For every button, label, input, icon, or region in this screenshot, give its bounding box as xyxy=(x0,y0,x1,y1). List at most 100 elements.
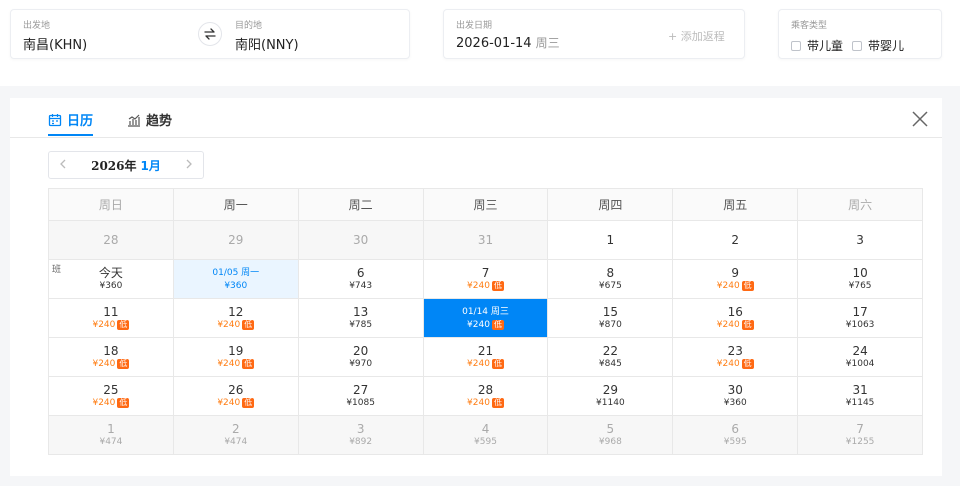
calendar-day-cell[interactable]: 10 ¥765 xyxy=(798,260,924,299)
day-price: ¥1004 xyxy=(846,358,875,370)
tab-trend[interactable]: 趋势 xyxy=(127,110,172,129)
calendar-day-cell[interactable]: 1 ¥474 xyxy=(49,416,174,455)
calendar-day-cell[interactable]: 24 ¥1004 xyxy=(798,338,924,377)
calendar-day-cell[interactable]: 01/05 周一 ¥360 xyxy=(173,260,299,299)
route-card: 出发地 南昌(KHN) 目的地 南阳(NNY) xyxy=(10,9,410,59)
calendar-day-cell[interactable]: 4 ¥595 xyxy=(423,416,549,455)
calendar-day-cell[interactable]: 20 ¥970 xyxy=(298,338,424,377)
price-text: ¥240 xyxy=(467,320,490,330)
calendar-day-cell[interactable]: 25 ¥240 低 xyxy=(49,377,174,416)
low-price-badge: 低 xyxy=(491,281,504,291)
child-label: 带儿童 xyxy=(807,39,844,53)
date-card[interactable]: 出发日期 2026-01-14 周三 + 添加返程 xyxy=(443,9,745,59)
calendar-day-cell[interactable]: 30 ¥360 xyxy=(673,377,799,416)
calendar-day-cell[interactable]: 2 xyxy=(673,221,799,260)
calendar-week-row: 班今天 ¥360 01/05 周一 ¥360 6 ¥743 7 ¥240 低 8 ¥675 9 ¥240… xyxy=(49,260,924,299)
calendar-day-cell[interactable]: 30 xyxy=(298,221,424,260)
day-number: 18 xyxy=(103,344,119,358)
calendar-day-cell[interactable]: 11 ¥240 低 xyxy=(49,299,174,338)
calendar-day-cell[interactable]: 29 ¥1140 xyxy=(548,377,674,416)
day-price: ¥743 xyxy=(349,280,372,292)
weekday-header-cell: 周三 xyxy=(423,189,549,221)
calendar-day-cell[interactable]: 28 xyxy=(49,221,174,260)
calendar-day-cell[interactable]: 8 ¥675 xyxy=(548,260,674,299)
calendar-day-cell[interactable]: 7 ¥1255 xyxy=(798,416,924,455)
price-text: ¥240 xyxy=(467,398,490,408)
calendar-day-cell[interactable]: 1 xyxy=(548,221,674,260)
child-checkbox[interactable]: 带儿童 xyxy=(791,37,843,54)
weekday-header-cell: 周日 xyxy=(49,189,174,221)
day-number: 31 xyxy=(852,383,868,397)
price-text: ¥240 xyxy=(217,320,241,330)
day-price: ¥240 低 xyxy=(92,319,130,331)
origin-field[interactable]: 南昌(KHN) xyxy=(23,34,87,53)
weekday-header-cell: 周二 xyxy=(298,189,424,221)
day-price: ¥785 xyxy=(349,319,372,331)
day-price: ¥1145 xyxy=(846,397,875,409)
calendar-day-cell[interactable]: 31 xyxy=(423,221,549,260)
calendar-day-cell[interactable]: 26 ¥240 低 xyxy=(173,377,299,416)
calendar-day-cell[interactable]: 6 ¥595 xyxy=(673,416,799,455)
price-text: ¥675 xyxy=(598,281,622,291)
calendar-day-cell[interactable]: 9 ¥240 低 xyxy=(673,260,799,299)
calendar-day-cell[interactable]: 31 ¥1145 xyxy=(798,377,924,416)
day-number: 8 xyxy=(606,266,615,280)
day-number: 11 xyxy=(103,305,119,319)
weekday-header-cell: 周六 xyxy=(798,189,924,221)
price-text: ¥240 xyxy=(217,359,241,369)
swap-cities-button[interactable] xyxy=(198,22,222,46)
close-icon[interactable] xyxy=(911,110,929,128)
day-price: ¥240 低 xyxy=(217,319,255,331)
day-price: ¥240 低 xyxy=(467,280,504,292)
calendar-day-cell[interactable]: 27 ¥1085 xyxy=(298,377,424,416)
price-text: ¥1255 xyxy=(845,437,875,447)
tab-calendar[interactable]: 日历 xyxy=(48,110,94,136)
calendar-day-cell[interactable]: 01/14 周三 ¥240 低 xyxy=(423,299,549,338)
day-number: 9 xyxy=(731,266,740,280)
day-price: ¥474 xyxy=(224,436,247,448)
calendar-day-cell[interactable]: 18 ¥240 低 xyxy=(49,338,174,377)
calendar-day-cell[interactable]: 21 ¥240 低 xyxy=(423,338,549,377)
price-text: ¥1145 xyxy=(845,398,875,408)
calendar-day-cell[interactable]: 7 ¥240 低 xyxy=(423,260,549,299)
calendar-day-cell[interactable]: 13 ¥785 xyxy=(298,299,424,338)
calendar-week-row: 25 ¥240 低 26 ¥240 低 27 ¥1085 28 ¥240 低 29 ¥1140 30 ¥36… xyxy=(49,377,924,416)
calendar-day-cell[interactable]: 19 ¥240 低 xyxy=(173,338,299,377)
calendar-day-cell[interactable]: 22 ¥845 xyxy=(548,338,674,377)
calendar-day-cell[interactable]: 6 ¥743 xyxy=(298,260,424,299)
day-price: ¥1255 xyxy=(846,436,875,448)
price-text: ¥360 xyxy=(224,281,248,291)
low-price-badge: 低 xyxy=(741,281,754,291)
calendar-day-cell[interactable]: 12 ¥240 低 xyxy=(173,299,299,338)
calendar-week-row: 28 29 30 31 1 2 3 xyxy=(49,221,924,260)
day-price: ¥240 低 xyxy=(467,358,504,370)
calendar-day-cell[interactable]: 2 ¥474 xyxy=(173,416,299,455)
calendar-day-cell[interactable]: 16 ¥240 低 xyxy=(673,299,799,338)
calendar-day-cell[interactable]: 3 xyxy=(798,221,924,260)
calendar-day-cell[interactable]: 23 ¥240 低 xyxy=(673,338,799,377)
calendar-day-cell[interactable]: 班 今天 ¥360 xyxy=(49,260,174,299)
next-month-button[interactable] xyxy=(175,157,203,173)
day-number: 25 xyxy=(103,383,119,397)
day-price: ¥1085 xyxy=(346,397,375,409)
day-number: 13 xyxy=(353,305,369,319)
price-text: ¥474 xyxy=(99,437,123,447)
weekday-header: 周日 周一 周二 周三 周四 周五 周六 xyxy=(49,189,924,221)
prev-month-button[interactable] xyxy=(49,157,77,173)
dest-field[interactable]: 南阳(NNY) xyxy=(235,34,299,53)
calendar-day-cell[interactable]: 15 ¥870 xyxy=(548,299,674,338)
calendar-day-cell[interactable]: 3 ¥892 xyxy=(298,416,424,455)
calendar-icon xyxy=(48,113,62,126)
calendar-day-cell[interactable]: 28 ¥240 低 xyxy=(423,377,549,416)
weekday-header-cell: 周五 xyxy=(673,189,799,221)
day-number: 29 xyxy=(602,383,618,397)
calendar-day-cell[interactable]: 5 ¥968 xyxy=(548,416,674,455)
date-field[interactable]: 2026-01-14 周三 xyxy=(456,34,560,51)
low-price-badge: 低 xyxy=(242,398,255,408)
calendar-day-cell[interactable]: 29 xyxy=(173,221,299,260)
infant-checkbox[interactable]: 带婴儿 xyxy=(852,37,904,54)
month-navigator: 2026年 1月 xyxy=(48,151,204,179)
calendar-day-cell[interactable]: 17 ¥1063 xyxy=(798,299,924,338)
calendar-week-row: 1 ¥474 2 ¥474 3 ¥892 4 ¥595 5 ¥968 6 ¥595 7 ¥1255 xyxy=(49,416,924,455)
add-return-button[interactable]: + 添加返程 xyxy=(668,28,725,44)
